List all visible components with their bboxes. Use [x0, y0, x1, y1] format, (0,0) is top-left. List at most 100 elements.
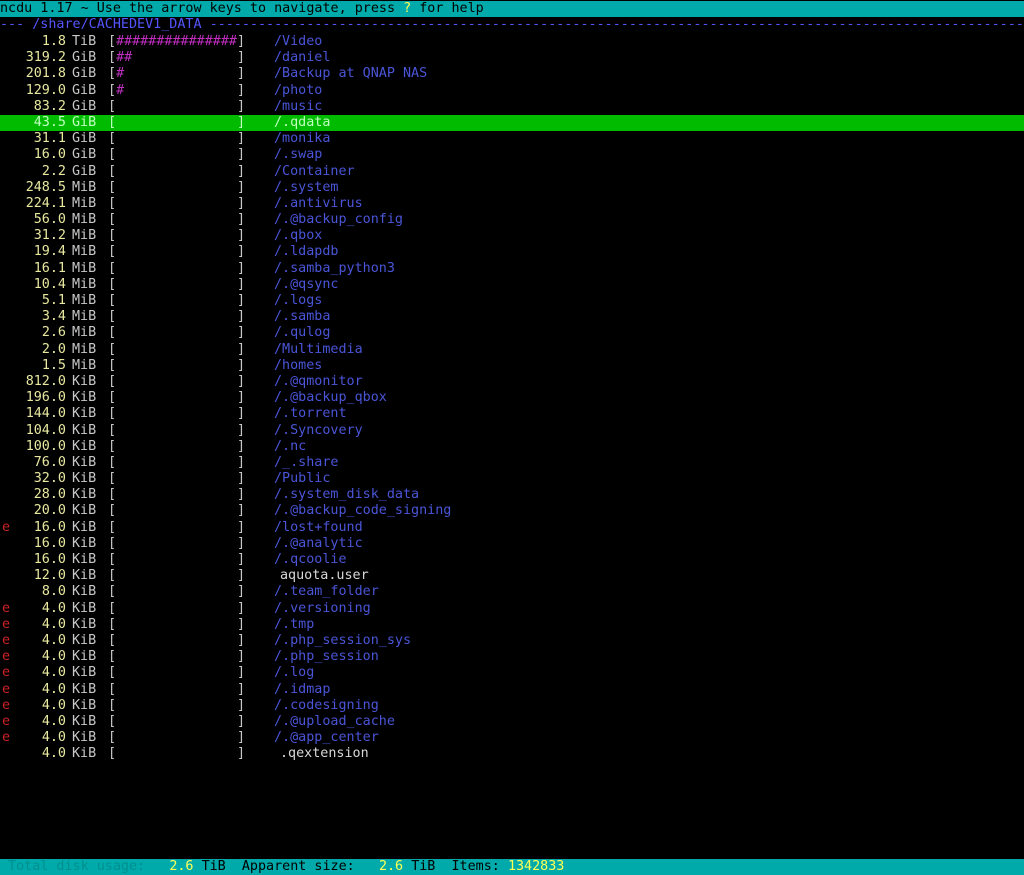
size-value: 16.0	[33, 552, 66, 567]
list-item[interactable]: 5.1 MiB [ ] /.logs	[0, 293, 1024, 309]
list-item[interactable]: 28.0 KiB [ ] /.system_disk_data	[0, 487, 1024, 503]
list-item[interactable]: 16.1 MiB [ ] /.samba_python3	[0, 261, 1024, 277]
current-path: --- /share/CACHEDEV1_DATA --------------…	[0, 17, 1024, 33]
list-item[interactable]: 31.2 MiB [ ] /.qbox	[0, 228, 1024, 244]
header-text: ncdu 1.17 ~ Use the arrow keys to naviga…	[0, 1, 404, 16]
directory-name: /.samba	[274, 309, 331, 325]
list-item[interactable]: e 4.0 KiB [ ] /.idmap	[0, 682, 1024, 698]
usage-bar: [ ]	[108, 454, 246, 470]
list-item[interactable]: 56.0 MiB [ ] /.@backup_config	[0, 212, 1024, 228]
list-item[interactable]: e 16.0 KiB [ ] /lost+found	[0, 520, 1024, 536]
size-value: 12.0	[33, 568, 66, 584]
size-unit: KiB	[72, 665, 97, 681]
error-flag: e	[2, 519, 11, 535]
list-item[interactable]: e 4.0 KiB [ ] /.versioning	[0, 601, 1024, 617]
list-item[interactable]: e 4.0 KiB [ ] /.@upload_cache	[0, 714, 1024, 730]
list-item[interactable]: 3.4 MiB [ ] /.samba	[0, 309, 1024, 325]
directory-name: /.@qsync	[274, 276, 339, 292]
usage-bar: [ ]	[108, 681, 246, 697]
apparent-unit: TiB	[411, 859, 436, 874]
list-item[interactable]: 10.4 MiB [ ] /.@qsync	[0, 277, 1024, 293]
list-item[interactable]: 100.0 KiB [ ] /.nc	[0, 439, 1024, 455]
size-value: 4.0	[41, 649, 66, 665]
list-item[interactable]: 83.2 GiB [ ] /music	[0, 99, 1024, 115]
list-item[interactable]: 4.0 KiB [ ] .qextension	[0, 746, 1024, 762]
list-item[interactable]: 248.5 MiB [ ] /.system	[0, 180, 1024, 196]
list-item[interactable]: 12.0 KiB [ ] aquota.user	[0, 568, 1024, 584]
size-unit: KiB	[72, 552, 97, 567]
usage-bar: [ ]	[108, 163, 246, 179]
size-value: 31.1	[33, 131, 66, 147]
list-item[interactable]: 16.0 GiB [ ] /.swap	[0, 147, 1024, 163]
size-unit: MiB	[72, 325, 97, 341]
size-unit: MiB	[72, 260, 97, 276]
size-value: 4.0	[41, 746, 66, 762]
list-item[interactable]: 1.5 MiB [ ] /homes	[0, 358, 1024, 374]
usage-bar: [ ]	[108, 600, 246, 616]
size-value: 129.0	[25, 82, 66, 98]
list-item[interactable]: e 4.0 KiB [ ] /.tmp	[0, 617, 1024, 633]
apparent-value: 2.6	[378, 859, 404, 874]
list-item[interactable]: 76.0 KiB [ ] /_.share	[0, 455, 1024, 471]
list-item[interactable]: 31.1 GiB [ ] /monika	[0, 131, 1024, 147]
usage-bar: [ ]	[108, 503, 246, 519]
size-unit: GiB	[72, 131, 97, 147]
usage-bar: [ ]	[108, 649, 246, 665]
usage-bar: [ ]	[108, 487, 246, 503]
list-item[interactable]: 2.0 MiB [ ] /Multimedia	[0, 342, 1024, 358]
list-item[interactable]: e 4.0 KiB [ ] /.php_session	[0, 649, 1024, 665]
list-item[interactable]: 812.0 KiB [ ] /.@qmonitor	[0, 374, 1024, 390]
apparent-label: Apparent size:	[241, 859, 355, 874]
usage-bar: [ ]	[108, 616, 246, 632]
list-item[interactable]: 20.0 KiB [ ] /.@backup_code_signing	[0, 503, 1024, 519]
list-item[interactable]: 196.0 KiB [ ] /.@backup_qbox	[0, 390, 1024, 406]
size-value: 319.2	[25, 50, 66, 66]
size-value: 16.1	[33, 260, 66, 276]
list-item[interactable]: 43.5 GiB [ ] /.qdata	[0, 114, 1024, 132]
list-item[interactable]: 8.0 KiB [ ] /.team_folder	[0, 584, 1024, 600]
size-unit: MiB	[72, 179, 97, 195]
usage-bar: [ ]	[108, 260, 246, 276]
size-value: 4.0	[41, 697, 66, 713]
list-item[interactable]: e 4.0 KiB [ ] /.log	[0, 665, 1024, 681]
list-item[interactable]: 104.0 KiB [ ] /.Syncovery	[0, 423, 1024, 439]
list-item[interactable]: 201.8 GiB [# ] /Backup at QNAP NAS	[0, 66, 1024, 82]
list-item[interactable]: e 4.0 KiB [ ] /.codesigning	[0, 698, 1024, 714]
file-name: .qextension	[280, 746, 369, 762]
usage-bar: [ ]	[108, 131, 246, 147]
list-item[interactable]: e 4.0 KiB [ ] /.php_session_sys	[0, 633, 1024, 649]
directory-name: /.torrent	[274, 406, 347, 422]
list-item[interactable]: 224.1 MiB [ ] /.antivirus	[0, 196, 1024, 212]
directory-name: /daniel	[274, 50, 331, 66]
title-bar: ncdu 1.17 ~ Use the arrow keys to naviga…	[0, 1, 1024, 17]
list-item[interactable]: 129.0 GiB [# ] /photo	[0, 83, 1024, 99]
directory-name: /.php_session_sys	[274, 632, 412, 648]
file-name: aquota.user	[280, 568, 369, 584]
usage-bar: [ ]	[108, 390, 246, 406]
list-item[interactable]: 2.2 GiB [ ] /Container	[0, 164, 1024, 180]
usage-bar: [ ]	[108, 276, 246, 292]
list-item[interactable]: e 4.0 KiB [ ] /.@app_center	[0, 730, 1024, 746]
help-key: ?	[403, 1, 412, 16]
size-unit: KiB	[72, 568, 97, 584]
list-item[interactable]: 1.8 TiB [###############] /Video	[0, 34, 1024, 50]
list-item[interactable]: 2.6 MiB [ ] /.qulog	[0, 325, 1024, 341]
list-item[interactable]: 32.0 KiB [ ] /Public	[0, 471, 1024, 487]
size-unit: KiB	[72, 454, 97, 470]
total-value: 2.6	[169, 859, 194, 874]
directory-name: /photo	[274, 82, 323, 98]
list-item[interactable]: 144.0 KiB [ ] /.torrent	[0, 406, 1024, 422]
list-item[interactable]: 319.2 GiB [## ] /daniel	[0, 50, 1024, 66]
usage-bar: [ ]	[108, 341, 246, 357]
list-item[interactable]: 19.4 MiB [ ] /.ldapdb	[0, 244, 1024, 260]
list-item[interactable]: 16.0 KiB [ ] /.qcoolie	[0, 552, 1024, 568]
directory-list[interactable]: 1.8 TiB [###############] /Video 319.2 GiB [##…	[0, 34, 1024, 762]
size-unit: KiB	[72, 471, 97, 487]
size-unit: KiB	[72, 535, 97, 551]
size-value: 224.1	[25, 195, 66, 211]
directory-name: /.qulog	[274, 325, 331, 341]
list-item[interactable]: 16.0 KiB [ ] /.@analytic	[0, 536, 1024, 552]
directory-name: /.@backup_config	[274, 212, 403, 228]
size-value: 10.4	[33, 276, 66, 292]
size-unit: MiB	[72, 341, 97, 357]
